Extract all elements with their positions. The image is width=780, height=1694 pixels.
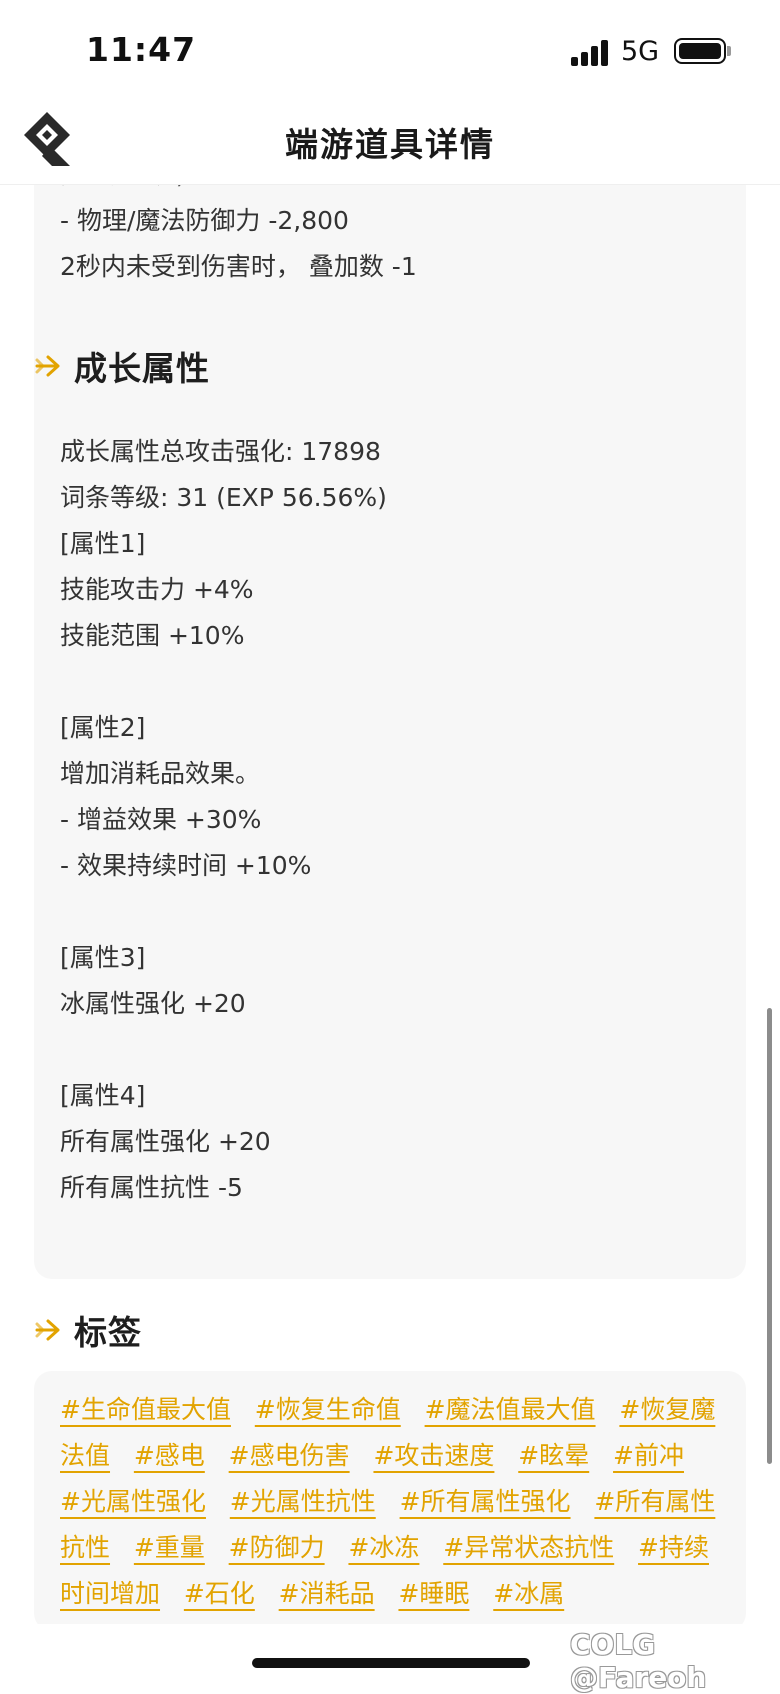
attr-line: 所有属性强化 +20: [60, 1127, 271, 1156]
attr-line: [属性1]: [60, 529, 146, 558]
tag-link[interactable]: #眩晕: [518, 1441, 589, 1470]
section-title: 成长属性: [74, 349, 210, 388]
tag-link[interactable]: #前冲: [613, 1441, 684, 1470]
attr-line: 技能范围 +10%: [60, 621, 245, 650]
attr-line: 技能攻击力 +4%: [60, 575, 254, 604]
tag-link[interactable]: #感电: [134, 1441, 205, 1470]
effect-line: 2秒内未受到伤害时， 叠加数 -1: [60, 252, 417, 281]
arrow-right-icon: [35, 1319, 60, 1341]
tag-link[interactable]: #生命值最大值: [60, 1395, 231, 1424]
attr-line: 冰属性强化 +20: [60, 989, 246, 1018]
tag-list: #生命值最大值 #恢复生命值 #魔法值最大值 #恢复魔法值 #感电 #感电伤害 …: [34, 1371, 746, 1617]
tag-link[interactable]: #所有属性强化: [400, 1487, 571, 1516]
section-header-growth: 成长属性: [34, 340, 210, 392]
tag-link[interactable]: #攻击速度: [373, 1441, 494, 1470]
tag-link[interactable]: #消耗品: [279, 1579, 375, 1608]
arrow-right-icon: [35, 355, 60, 377]
tag-link[interactable]: #冰属: [493, 1579, 564, 1608]
attr-line: [60, 659, 720, 705]
scrollbar[interactable]: [767, 1008, 772, 1464]
battery-icon: [674, 38, 726, 64]
content-scroll-area[interactable]: 多重加5次) - 物理/魔法防御力 -2,800 2秒内未受到伤害时， 叠加数 …: [0, 184, 780, 1624]
attr-line: [属性4]: [60, 1081, 146, 1110]
attr-line: - 增益效果 +30%: [60, 805, 262, 834]
tag-link[interactable]: #魔法值最大值: [425, 1395, 596, 1424]
nav-bar: 端游道具详情: [0, 100, 780, 185]
watermark: COLG @Fareoh: [570, 1628, 707, 1694]
tags-card: #生命值最大值 #恢复生命值 #魔法值最大值 #恢复魔法值 #感电 #感电伤害 …: [34, 1371, 746, 1624]
tag-link[interactable]: #防御力: [229, 1533, 325, 1562]
status-bar: 11:47 5G: [0, 0, 780, 100]
attr-line: 成长属性总攻击强化: 17898: [60, 437, 381, 466]
attr-line: [60, 889, 720, 935]
growth-attributes-card: 成长属性总攻击强化: 17898 词条等级: 31 (EXP 56.56%) […: [34, 409, 746, 1279]
attr-line: 词条等级: 31 (EXP 56.56%): [60, 483, 387, 512]
tag-link[interactable]: #感电伤害: [229, 1441, 350, 1470]
tag-link[interactable]: #重量: [134, 1533, 205, 1562]
attr-line: [属性3]: [60, 943, 146, 972]
tag-link[interactable]: #睡眠: [398, 1579, 469, 1608]
attr-line: [60, 1027, 720, 1073]
attr-line: 增加消耗品效果。: [60, 759, 261, 788]
effect-line: - 物理/魔法防御力 -2,800: [60, 206, 349, 235]
tag-link[interactable]: #光属性强化: [60, 1487, 206, 1516]
tag-link[interactable]: #光属性抗性: [230, 1487, 376, 1516]
section-title: 标签: [74, 1313, 142, 1352]
attr-line: [属性2]: [60, 713, 146, 742]
tag-link[interactable]: #石化: [184, 1579, 255, 1608]
tag-link[interactable]: #恢复生命值: [255, 1395, 401, 1424]
page-title: 端游道具详情: [285, 125, 495, 164]
cellular-signal-icon: [571, 38, 611, 66]
home-indicator[interactable]: [252, 1658, 530, 1668]
attr-line: 所有属性抗性 -5: [60, 1173, 243, 1202]
effect-line: 多重加5次): [60, 184, 720, 198]
attr-line: - 效果持续时间 +10%: [60, 851, 312, 880]
tag-link[interactable]: #冰冻: [348, 1533, 419, 1562]
status-time: 11:47: [86, 30, 197, 69]
section-header-tags: 标签: [34, 1304, 142, 1356]
network-type: 5G: [621, 36, 660, 67]
battery-tip: [727, 46, 731, 56]
tag-link[interactable]: #异常状态抗性: [443, 1533, 614, 1562]
